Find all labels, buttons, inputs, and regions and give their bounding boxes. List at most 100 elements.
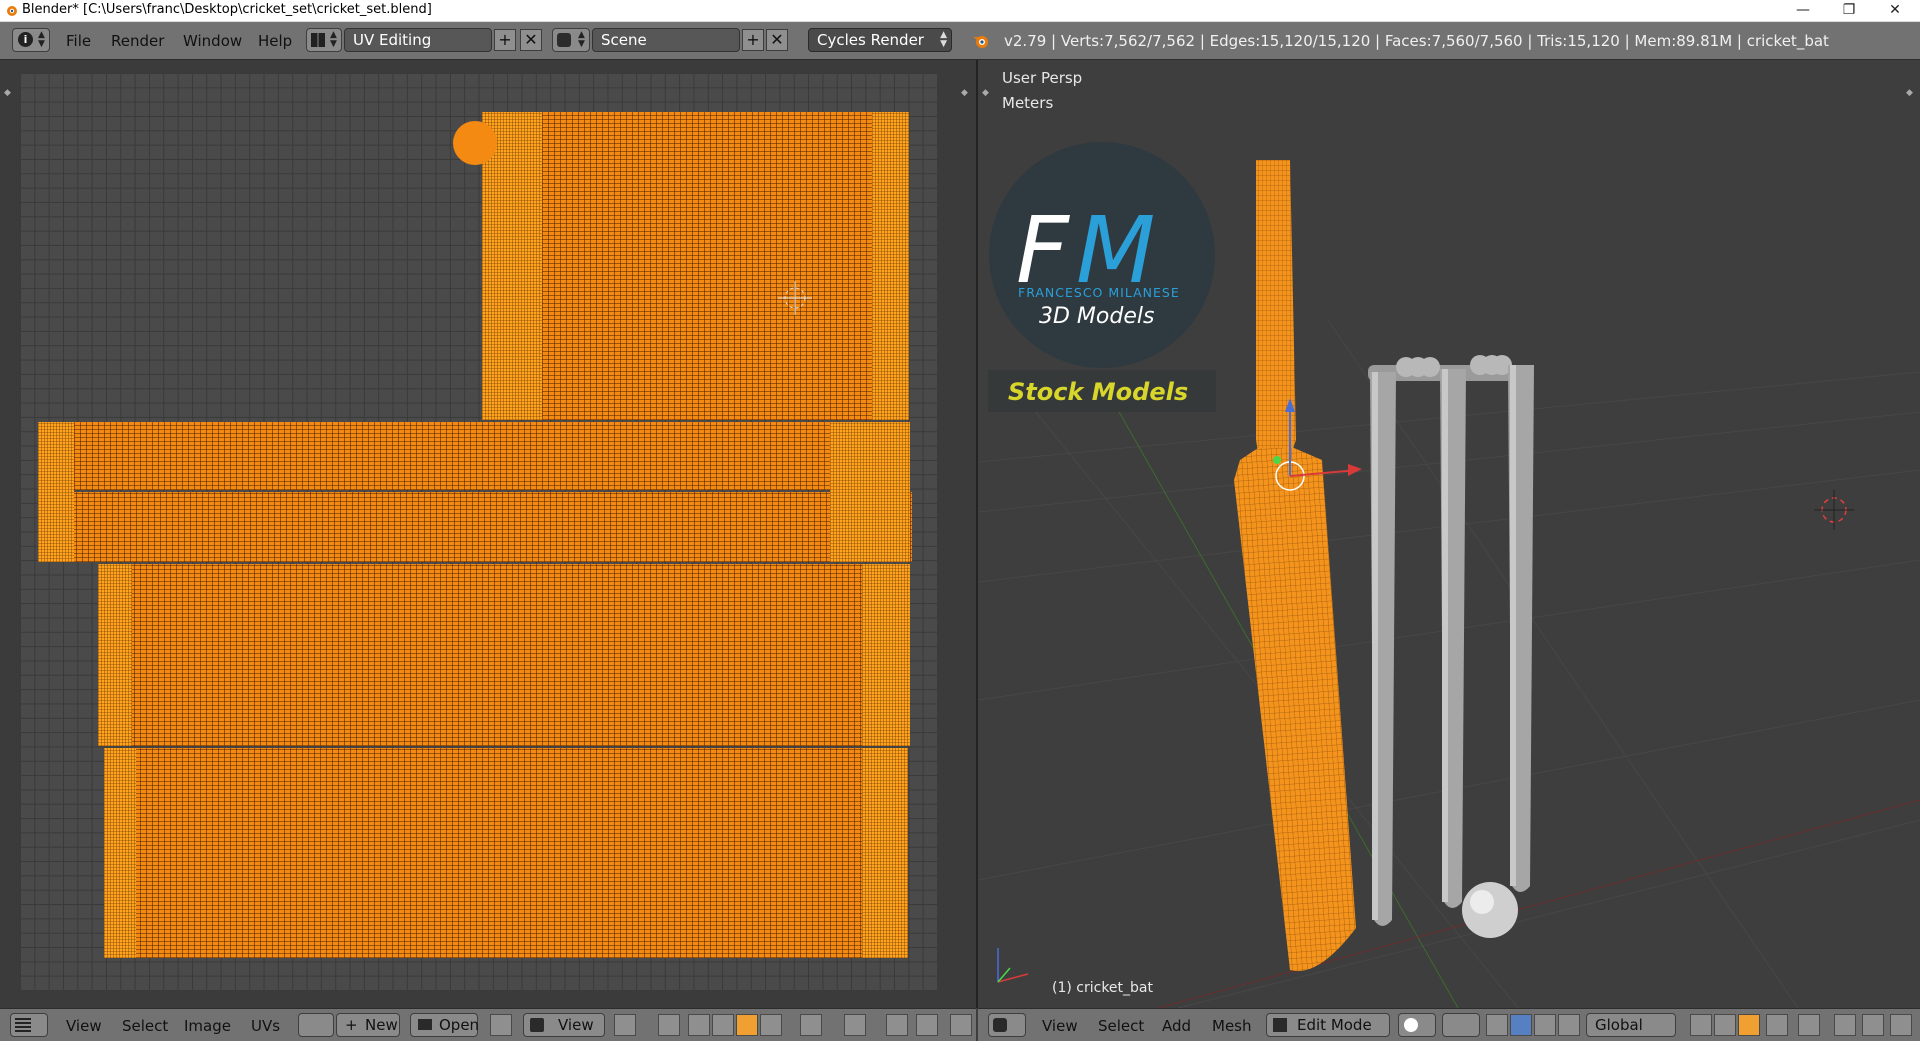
edge-select-icon[interactable] — [712, 1014, 734, 1036]
plus-icon: + — [345, 1016, 358, 1034]
axis-orientation-widget — [997, 948, 1029, 983]
scene-icon — [557, 33, 571, 47]
vertex-select-mode-icon[interactable] — [1690, 1014, 1712, 1036]
sync-selection-icon[interactable] — [658, 1014, 680, 1036]
mode-dropdown[interactable]: Edit Mode — [1266, 1013, 1390, 1037]
uv-island-seam — [830, 422, 910, 562]
pivot-icon[interactable] — [614, 1014, 636, 1036]
snap-toggle-icon[interactable] — [1834, 1014, 1856, 1036]
panel-corner-icon[interactable]: ◆ — [961, 88, 968, 98]
edge-select-mode-icon[interactable] — [1714, 1014, 1736, 1036]
open-image-button[interactable]: Open — [410, 1013, 479, 1037]
snap-target-icon[interactable] — [916, 1014, 938, 1036]
face-select-mode-icon[interactable] — [1738, 1014, 1760, 1036]
3d-viewport[interactable]: ◆ ◆ User Persp Meters F M FRANCESCO MILA… — [978, 60, 1920, 1008]
pivot-dropdown[interactable] — [1442, 1013, 1480, 1037]
3d-menu-add[interactable]: Add — [1162, 1017, 1191, 1035]
uv-island-blade-back[interactable] — [104, 748, 908, 958]
3d-menu-mesh[interactable]: Mesh — [1212, 1017, 1252, 1035]
updown-arrows-icon: ▲ ▼ — [578, 30, 585, 49]
uv-island-seam — [104, 748, 136, 958]
blender-app-icon — [7, 6, 17, 16]
menu-window[interactable]: Window — [183, 32, 242, 50]
uv-island-blade-front[interactable] — [98, 564, 910, 746]
new-image-button[interactable]: + New — [336, 1013, 400, 1037]
island-select-icon[interactable] — [760, 1014, 782, 1036]
uv-view-mode-label: View — [558, 1016, 594, 1034]
transform-orientation-dropdown[interactable]: Global — [1586, 1013, 1676, 1037]
vertex-select-icon[interactable] — [688, 1014, 710, 1036]
3d-cursor-icon — [1814, 490, 1854, 530]
info-icon: i — [18, 32, 33, 47]
scene-statistics: v2.79 | Verts:7,562/7,562 | Edges:15,120… — [1004, 32, 1829, 50]
uv-island-strip[interactable] — [40, 492, 912, 562]
3d-menu-select[interactable]: Select — [1098, 1017, 1144, 1035]
scene-browse-button[interactable]: ▲ ▼ — [552, 28, 590, 52]
uv-island-cap[interactable] — [453, 121, 497, 165]
opengl-render-icon[interactable] — [1890, 1014, 1912, 1036]
uv-editor-type-button[interactable] — [10, 1013, 48, 1037]
uv-image-editor[interactable]: ◆ ◆ — [0, 60, 976, 1008]
snap-element-icon[interactable] — [1862, 1014, 1884, 1036]
uv-view-mode-dropdown[interactable]: View — [523, 1013, 605, 1037]
uv-menu-view[interactable]: View — [66, 1017, 102, 1035]
scene-name-field[interactable]: Scene — [592, 28, 740, 52]
menu-file[interactable]: File — [66, 32, 91, 50]
logo-author: FRANCESCO MILANESE — [1018, 285, 1180, 300]
render-slot-icon[interactable] — [950, 1014, 972, 1036]
pin-icon[interactable] — [490, 1014, 512, 1036]
proportional-edit-icon[interactable] — [844, 1014, 866, 1036]
close-button[interactable]: ✕ — [1872, 0, 1918, 21]
y-handle[interactable] — [1273, 456, 1281, 464]
snap-icon[interactable] — [886, 1014, 908, 1036]
screen-layout-field[interactable]: UV Editing — [344, 28, 492, 52]
limit-selection-icon[interactable] — [1766, 1014, 1788, 1036]
editor-type-button[interactable]: i ▲ ▼ — [12, 28, 50, 52]
menu-help[interactable]: Help — [258, 32, 292, 50]
render-engine-dropdown[interactable]: Cycles Render ▲ ▼ — [808, 28, 952, 52]
minimize-button[interactable]: — — [1780, 0, 1826, 21]
uv-menu-select[interactable]: Select — [122, 1017, 168, 1035]
3d-editor-type-button[interactable] — [988, 1013, 1026, 1037]
uv-island-strip[interactable] — [38, 422, 910, 490]
uv-island-seam — [872, 112, 909, 420]
fm-logo: F M FRANCESCO MILANESE 3D Models Stock M… — [988, 142, 1216, 412]
uv-island-seam — [482, 112, 542, 420]
delete-scene-button[interactable]: ✕ — [766, 29, 788, 51]
updown-arrows-icon: ▲ ▼ — [330, 30, 337, 49]
layout-browse-button[interactable]: ▲ ▼ — [306, 28, 342, 52]
x-icon: ✕ — [524, 30, 538, 49]
3d-view-footer: View Select Add Mesh Edit Mode Global — [978, 1008, 1920, 1041]
new-image-label: New — [365, 1016, 398, 1034]
updown-arrows-icon: ▲ ▼ — [38, 30, 45, 49]
plus-icon: + — [498, 30, 512, 49]
image-editor-icon — [15, 1018, 31, 1032]
3d-menu-view[interactable]: View — [1042, 1017, 1078, 1035]
cricket-bat — [1234, 160, 1362, 972]
proportional-editing-icon[interactable] — [1798, 1014, 1820, 1036]
x-axis-line — [1157, 799, 1920, 1008]
manipulator-toggle-icon[interactable] — [1486, 1014, 1508, 1036]
uv-menu-uvs[interactable]: UVs — [251, 1017, 280, 1035]
shading-dropdown[interactable] — [1398, 1013, 1436, 1037]
render-engine-label: Cycles Render — [817, 31, 924, 49]
uv-menu-image[interactable]: Image — [184, 1017, 231, 1035]
window-titlebar: Blender* [C:\Users\franc\Desktop\cricket… — [0, 0, 1920, 22]
panel-corner-icon[interactable]: ◆ — [4, 88, 11, 98]
face-select-icon[interactable] — [736, 1014, 758, 1036]
translate-manipulator-icon[interactable] — [1510, 1014, 1532, 1036]
add-layout-button[interactable]: + — [494, 29, 516, 51]
active-object-label: (1) cricket_bat — [1052, 980, 1153, 996]
scale-manipulator-icon[interactable] — [1558, 1014, 1580, 1036]
add-scene-button[interactable]: + — [742, 29, 764, 51]
uv-island-handle[interactable] — [482, 112, 909, 420]
rotate-manipulator-icon[interactable] — [1534, 1014, 1556, 1036]
sticky-mode-icon[interactable] — [800, 1014, 822, 1036]
menu-render[interactable]: Render — [111, 32, 164, 50]
image-browse-button[interactable] — [298, 1013, 334, 1037]
delete-layout-button[interactable]: ✕ — [520, 29, 542, 51]
solid-shading-icon — [1404, 1018, 1418, 1032]
restore-button[interactable]: ❐ — [1826, 0, 1872, 21]
logo-tagline: 3D Models — [1039, 304, 1154, 329]
updown-arrows-icon: ▲ ▼ — [940, 30, 947, 49]
